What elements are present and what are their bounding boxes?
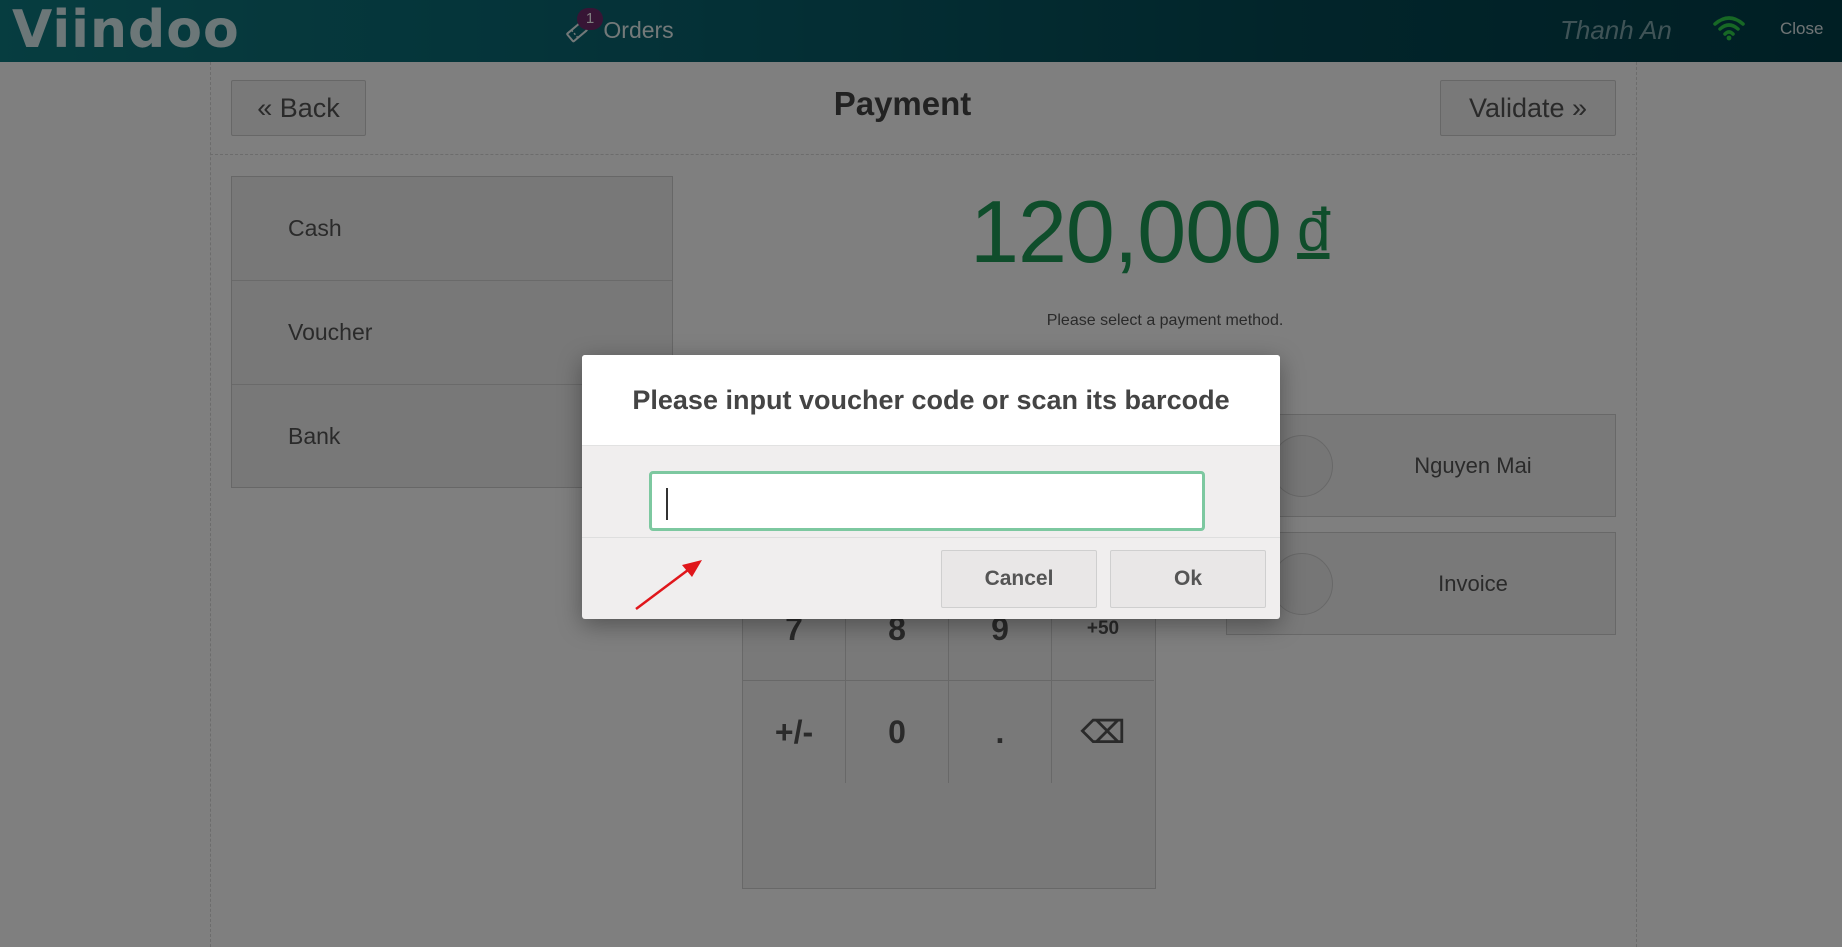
dialog-header: Please input voucher code or scan its ba… [582,355,1280,446]
voucher-code-input[interactable] [649,471,1205,531]
ok-button[interactable]: Ok [1110,550,1266,608]
annotation-arrow-icon [635,560,702,610]
cancel-button[interactable]: Cancel [941,550,1097,608]
dialog-title: Please input voucher code or scan its ba… [632,385,1230,415]
dialog-body [582,445,1280,538]
text-cursor [666,488,668,520]
